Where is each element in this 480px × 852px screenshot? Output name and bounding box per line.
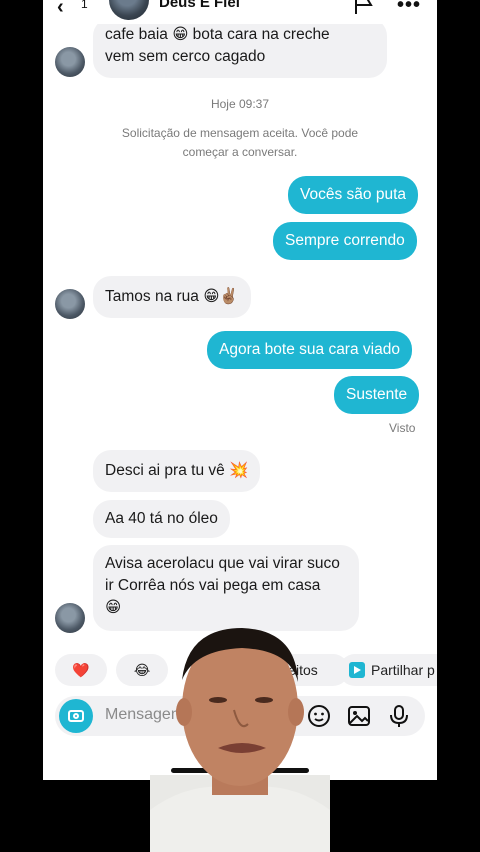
message-outgoing[interactable]: Sempre correndo xyxy=(273,222,417,260)
message-incoming[interactable]: Tamos na rua 😁✌🏽 xyxy=(93,276,251,318)
person-overlay-image xyxy=(150,628,330,852)
share-icon xyxy=(349,662,365,678)
message-outgoing[interactable]: Vocês são puta xyxy=(288,176,418,214)
seen-status: Visto xyxy=(389,421,416,435)
flag-icon[interactable] xyxy=(353,0,375,14)
message-text-line: 😁 xyxy=(105,599,122,616)
camera-icon[interactable] xyxy=(59,699,93,733)
sender-avatar xyxy=(55,289,85,319)
gallery-icon[interactable] xyxy=(347,704,371,728)
contact-avatar[interactable] xyxy=(109,0,149,20)
message-incoming[interactable]: cafe baia 😁 bota cara na creche vem sem … xyxy=(93,18,387,78)
message-text-line: Avisa acerolacu que vai virar suco xyxy=(105,555,340,572)
message-incoming[interactable]: Aa 40 tá no óleo xyxy=(93,500,230,538)
message-text-line: vem sem cerco cagado xyxy=(105,48,266,65)
back-count: 1 xyxy=(81,0,88,11)
back-chevron-icon[interactable]: ‹ xyxy=(57,0,64,19)
message-outgoing[interactable]: Sustente xyxy=(334,376,420,414)
sender-avatar xyxy=(55,47,85,77)
more-options-icon[interactable]: ••• xyxy=(397,0,421,17)
system-message: Solicitação de mensagem aceita. Você pod… xyxy=(121,126,359,159)
microphone-icon[interactable] xyxy=(387,704,411,728)
contact-name[interactable]: Deus E Fiel xyxy=(159,0,240,11)
message-outgoing[interactable]: Agora bote sua cara viado xyxy=(207,331,412,369)
message-incoming[interactable]: Desci ai pra tu vê 💥 xyxy=(93,450,261,492)
message-incoming[interactable]: Avisa acerolacu que vai virar suco ir Co… xyxy=(93,545,359,631)
heart-reaction-button[interactable]: ❤️ xyxy=(55,654,107,686)
share-label: Partilhar p xyxy=(371,662,435,678)
message-text-line: cafe baia 😁 bota cara na creche xyxy=(105,26,330,43)
message-text-line: ir Corrêa nós vai pega em casa xyxy=(105,577,321,594)
share-button[interactable]: Partilhar p xyxy=(339,654,437,686)
timestamp: Hoje 09:37 xyxy=(210,97,270,111)
heart-icon: ❤️ xyxy=(72,661,90,678)
laugh-emoji-icon: 😂 xyxy=(133,661,151,678)
sender-avatar xyxy=(55,603,85,633)
chat-header: ‹ 1 Deus E Fiel ••• xyxy=(43,0,437,24)
